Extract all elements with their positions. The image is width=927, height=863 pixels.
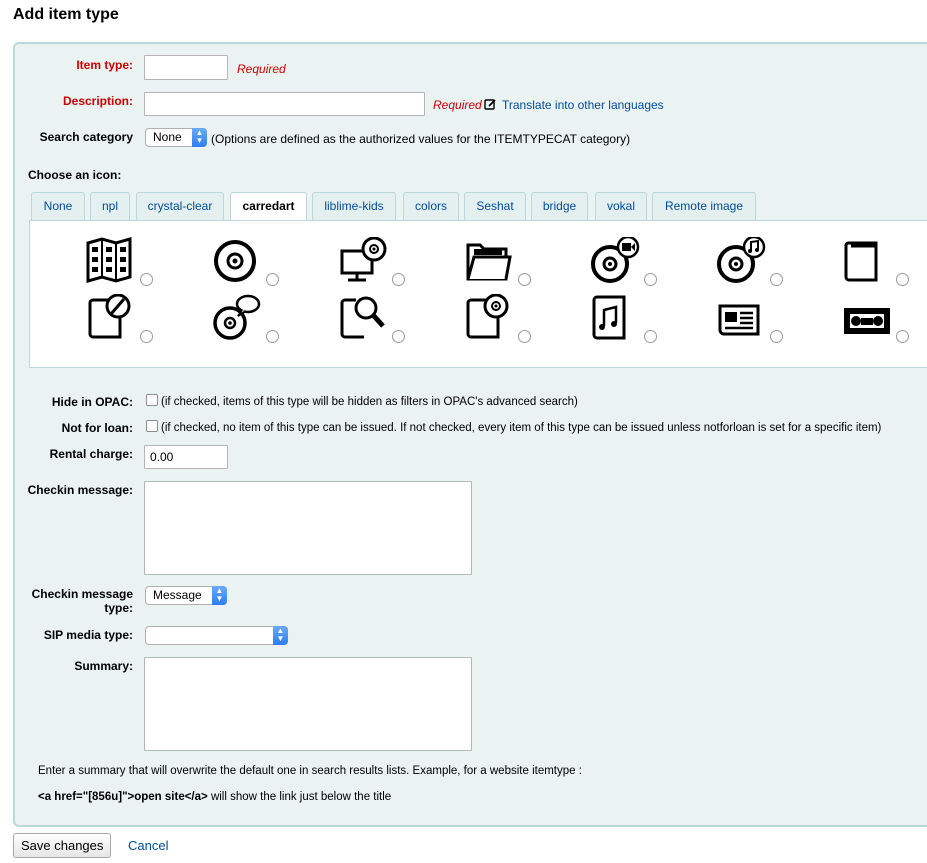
description-required: Required <box>433 98 482 112</box>
icon-radio[interactable] <box>392 273 405 286</box>
sip-media-type-select[interactable]: ▲ ▼ <box>145 626 288 645</box>
description-label: Description: <box>62 94 133 108</box>
tab-remote-image[interactable]: Remote image <box>652 192 756 220</box>
checkin-message-type-select[interactable]: Message ▲ ▼ <box>145 586 227 605</box>
icon-option[interactable] <box>464 294 534 346</box>
item-type-label: Item type: <box>76 58 133 72</box>
item-type-required: Required <box>237 62 286 76</box>
icon-option[interactable] <box>86 294 156 346</box>
icon-option[interactable] <box>338 237 408 289</box>
checkin-message-label: Checkin message: <box>27 483 133 497</box>
icon-radio[interactable] <box>644 273 657 286</box>
select-arrows-icon: ▲ ▼ <box>273 626 288 645</box>
art-book-icon <box>88 294 131 339</box>
item-type-input[interactable] <box>144 55 228 80</box>
icon-option[interactable] <box>212 237 282 289</box>
select-arrows-icon: ▲ ▼ <box>212 586 227 605</box>
page-title: Add item type <box>13 6 119 23</box>
tab-liblime-kids[interactable]: liblime-kids <box>312 192 396 220</box>
tab-npl[interactable]: npl <box>90 192 130 220</box>
search-category-select[interactable]: None ▲ ▼ <box>145 128 207 147</box>
cd-icon <box>214 240 256 282</box>
icon-radio[interactable] <box>392 330 405 343</box>
icon-option[interactable] <box>716 237 786 289</box>
folder-icon <box>466 243 512 281</box>
search-category-note: (Options are defined as the authorized v… <box>211 132 631 146</box>
tab-crystal-clear[interactable]: crystal-clear <box>136 192 224 220</box>
not-for-loan-note: (if checked, no item of this type can be… <box>161 422 882 434</box>
edit-icon[interactable] <box>484 98 497 111</box>
icon-option[interactable] <box>86 237 156 289</box>
checkin-message-type-value: Message <box>153 588 202 602</box>
search-category-label: Search category <box>39 130 133 144</box>
save-changes-button[interactable]: Save changes <box>13 833 112 858</box>
icon-radio[interactable] <box>266 273 279 286</box>
icon-option[interactable] <box>464 237 534 289</box>
icon-radio[interactable] <box>140 273 153 286</box>
checkin-message-type-label: Checkin message type: <box>31 587 133 615</box>
tab-colors[interactable]: colors <box>403 192 459 220</box>
choose-icon-label: Choose an icon: <box>28 168 122 182</box>
icon-radio[interactable] <box>266 330 279 343</box>
tab-vokal[interactable]: vokal <box>595 192 647 220</box>
rental-charge-label: Rental charge: <box>49 447 133 461</box>
icon-option[interactable] <box>590 294 660 346</box>
icon-radio[interactable] <box>518 330 531 343</box>
icon-radio[interactable] <box>518 273 531 286</box>
tab-seshat[interactable]: Seshat <box>464 192 526 220</box>
music-disc-icon <box>717 237 766 283</box>
icon-option[interactable] <box>842 237 912 289</box>
computer-disc-icon <box>340 237 387 282</box>
icon-radio[interactable] <box>644 330 657 343</box>
speech-disc-icon <box>213 294 261 340</box>
book-disc-icon <box>466 294 509 339</box>
select-arrows-icon: ▲ ▼ <box>192 128 207 147</box>
icon-option[interactable] <box>338 294 408 346</box>
music-book-icon <box>592 295 626 340</box>
rental-charge-input[interactable] <box>144 445 228 469</box>
not-for-loan-checkbox[interactable] <box>146 420 158 432</box>
cancel-link[interactable]: Cancel <box>128 838 168 853</box>
tab-none[interactable]: None <box>31 192 85 220</box>
newspaper-icon <box>718 304 760 336</box>
icon-radio[interactable] <box>896 273 909 286</box>
icon-radio[interactable] <box>140 330 153 343</box>
icon-radio[interactable] <box>770 330 783 343</box>
video-disc-icon <box>591 237 640 283</box>
summary-example-rest: will show the link just below the title <box>207 791 392 803</box>
tab-bridge[interactable]: bridge <box>531 192 588 220</box>
search-category-value: None <box>153 130 182 144</box>
summary-example: <a href="[856u]">open site</a> will show… <box>38 790 391 804</box>
summary-help-text: Enter a summary that will overwrite the … <box>38 765 582 777</box>
book-icon <box>844 241 878 282</box>
icon-option[interactable] <box>212 294 282 346</box>
vhs-icon <box>844 308 890 334</box>
summary-textarea[interactable] <box>144 657 472 751</box>
summary-example-code: <a href="[856u]">open site</a> <box>38 791 208 803</box>
hide-in-opac-checkbox[interactable] <box>146 394 158 406</box>
icon-panel <box>29 220 927 368</box>
icon-option[interactable] <box>716 294 786 346</box>
not-for-loan-label: Not for loan: <box>61 421 133 435</box>
icon-radio[interactable] <box>770 273 783 286</box>
book-search-icon <box>340 296 385 339</box>
map-icon <box>86 237 132 283</box>
description-input[interactable] <box>144 92 425 116</box>
checkin-message-textarea[interactable] <box>144 481 472 575</box>
item-type-fieldset: Item type: Required Description: Require… <box>13 42 927 827</box>
sip-media-type-label: SIP media type: <box>43 628 133 642</box>
tab-carredart[interactable]: carredart <box>230 192 307 221</box>
hide-in-opac-label: Hide in OPAC: <box>51 395 133 409</box>
hide-in-opac-note: (if checked, items of this type will be … <box>161 396 578 408</box>
icon-option[interactable] <box>842 294 912 346</box>
icon-option[interactable] <box>590 237 660 289</box>
summary-label: Summary: <box>74 659 133 673</box>
translate-link[interactable]: Translate into other languages <box>502 98 664 112</box>
icon-radio[interactable] <box>896 330 909 343</box>
